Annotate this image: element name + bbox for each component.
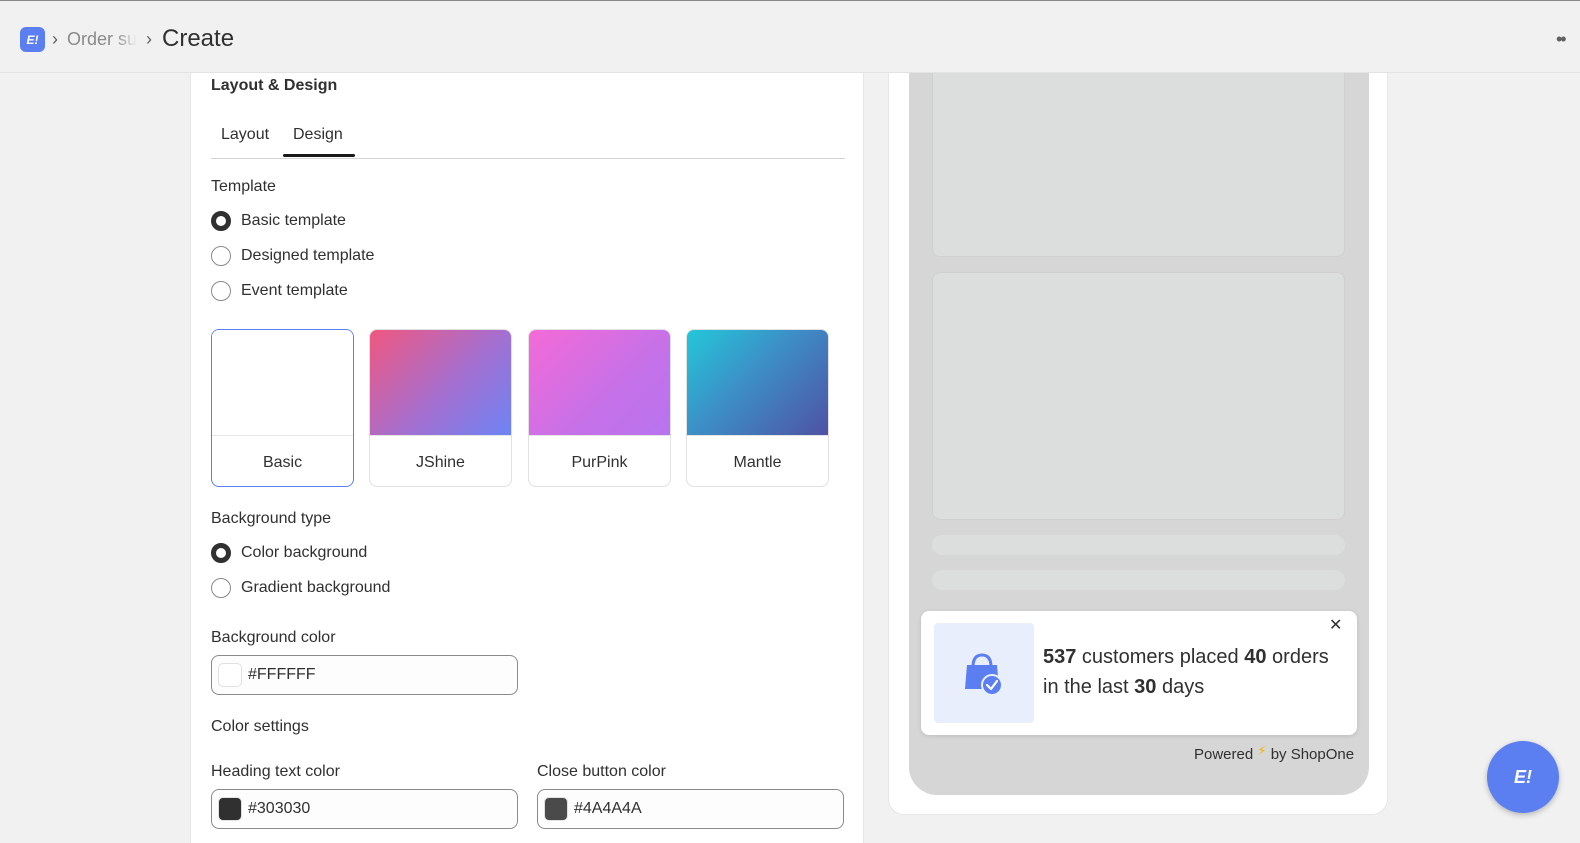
radio-unchecked-icon[interactable] bbox=[211, 246, 231, 266]
layout-design-card: Layout & Design Layout Design Template B… bbox=[190, 73, 864, 843]
lightning-icon: ⚡ bbox=[1257, 743, 1267, 758]
store-preview-frame: 537 customers placed 40 orders in the la… bbox=[909, 73, 1369, 795]
customers-count: 537 bbox=[1043, 646, 1077, 668]
placeholder-block bbox=[932, 272, 1345, 520]
section-title: Layout & Design bbox=[211, 77, 338, 94]
orders-count: 40 bbox=[1244, 646, 1267, 668]
app-logo-icon[interactable]: E! bbox=[20, 27, 45, 52]
template-preview-swatch bbox=[212, 330, 353, 436]
chevron-right-icon: › bbox=[52, 29, 58, 49]
radio-unchecked-icon[interactable] bbox=[211, 578, 231, 598]
radio-label: Basic template bbox=[241, 212, 346, 229]
template-preview-swatch bbox=[687, 330, 828, 436]
chat-launcher-button[interactable]: E! bbox=[1487, 741, 1559, 813]
popup-image bbox=[934, 623, 1034, 723]
template-card-name: JShine bbox=[416, 454, 465, 471]
chat-logo-icon: E! bbox=[1514, 766, 1532, 787]
heading-text-color-label: Heading text color bbox=[211, 763, 340, 780]
breadcrumb-parent-link[interactable]: Order su bbox=[67, 29, 137, 50]
background-color-label: Background color bbox=[211, 629, 336, 646]
top-bar: E! › Order su › Create •• bbox=[0, 1, 1580, 73]
close-button-color-label: Close button color bbox=[537, 763, 666, 780]
more-horizontal-icon[interactable]: •• bbox=[1556, 29, 1567, 50]
template-preview-swatch bbox=[529, 330, 670, 436]
powered-by: Powered ⚡ by ShopOne bbox=[1194, 743, 1354, 763]
radio-gradient-background[interactable]: Gradient background bbox=[211, 578, 390, 598]
color-value[interactable]: #4A4A4A bbox=[574, 800, 642, 818]
powered-brand[interactable]: by ShopOne bbox=[1271, 746, 1354, 763]
template-card-basic[interactable]: Basic bbox=[211, 329, 354, 487]
template-preview-swatch bbox=[370, 330, 511, 436]
color-swatch[interactable] bbox=[218, 663, 242, 687]
days-count: 30 bbox=[1134, 676, 1157, 698]
color-value[interactable]: #FFFFFF bbox=[248, 666, 316, 684]
tab-bar: Layout Design bbox=[211, 117, 845, 159]
template-card-jshine[interactable]: JShine bbox=[369, 329, 512, 487]
chevron-right-icon: › bbox=[146, 29, 152, 49]
active-tab-indicator bbox=[283, 154, 355, 157]
popup-text-part: days bbox=[1156, 676, 1205, 698]
radio-designed-template[interactable]: Designed template bbox=[211, 246, 374, 266]
tab-design[interactable]: Design bbox=[293, 126, 343, 144]
color-swatch[interactable] bbox=[544, 797, 568, 821]
radio-checked-icon[interactable] bbox=[211, 543, 231, 563]
radio-unchecked-icon[interactable] bbox=[211, 281, 231, 301]
radio-basic-template[interactable]: Basic template bbox=[211, 211, 346, 231]
close-icon[interactable]: ✕ bbox=[1329, 615, 1342, 635]
shopping-bag-check-icon bbox=[965, 653, 1003, 696]
template-label: Template bbox=[211, 178, 276, 195]
powered-prefix: Powered bbox=[1194, 746, 1254, 763]
placeholder-block bbox=[932, 73, 1345, 257]
template-card-name: PurPink bbox=[571, 454, 628, 471]
template-card-purpink[interactable]: PurPink bbox=[528, 329, 671, 487]
radio-label: Event template bbox=[241, 282, 348, 299]
color-swatch[interactable] bbox=[218, 797, 242, 821]
order-notification-popup: 537 customers placed 40 orders in the la… bbox=[921, 611, 1357, 735]
tab-layout[interactable]: Layout bbox=[221, 126, 269, 144]
heading-text-color-field[interactable]: #303030 bbox=[211, 789, 518, 829]
template-card-name: Mantle bbox=[733, 454, 782, 471]
template-card-mantle[interactable]: Mantle bbox=[686, 329, 829, 487]
radio-label: Color background bbox=[241, 544, 368, 561]
placeholder-line bbox=[932, 535, 1345, 555]
template-card-name: Basic bbox=[262, 454, 303, 471]
background-type-label: Background type bbox=[211, 510, 332, 527]
popup-text-part: customers placed bbox=[1076, 646, 1245, 668]
color-value[interactable]: #303030 bbox=[248, 800, 310, 818]
radio-color-background[interactable]: Color background bbox=[211, 543, 367, 563]
radio-event-template[interactable]: Event template bbox=[211, 281, 348, 301]
placeholder-line bbox=[932, 570, 1345, 590]
color-settings-label: Color settings bbox=[211, 718, 309, 735]
page-title: Create bbox=[162, 25, 235, 52]
close-button-color-field[interactable]: #4A4A4A bbox=[537, 789, 844, 829]
radio-checked-icon[interactable] bbox=[211, 211, 231, 231]
radio-label: Gradient background bbox=[241, 579, 391, 596]
radio-label: Designed template bbox=[241, 247, 375, 264]
background-color-field[interactable]: #FFFFFF bbox=[211, 655, 518, 695]
popup-message: 537 customers placed 40 orders in the la… bbox=[1043, 642, 1348, 702]
preview-card: 537 customers placed 40 orders in the la… bbox=[888, 73, 1388, 815]
